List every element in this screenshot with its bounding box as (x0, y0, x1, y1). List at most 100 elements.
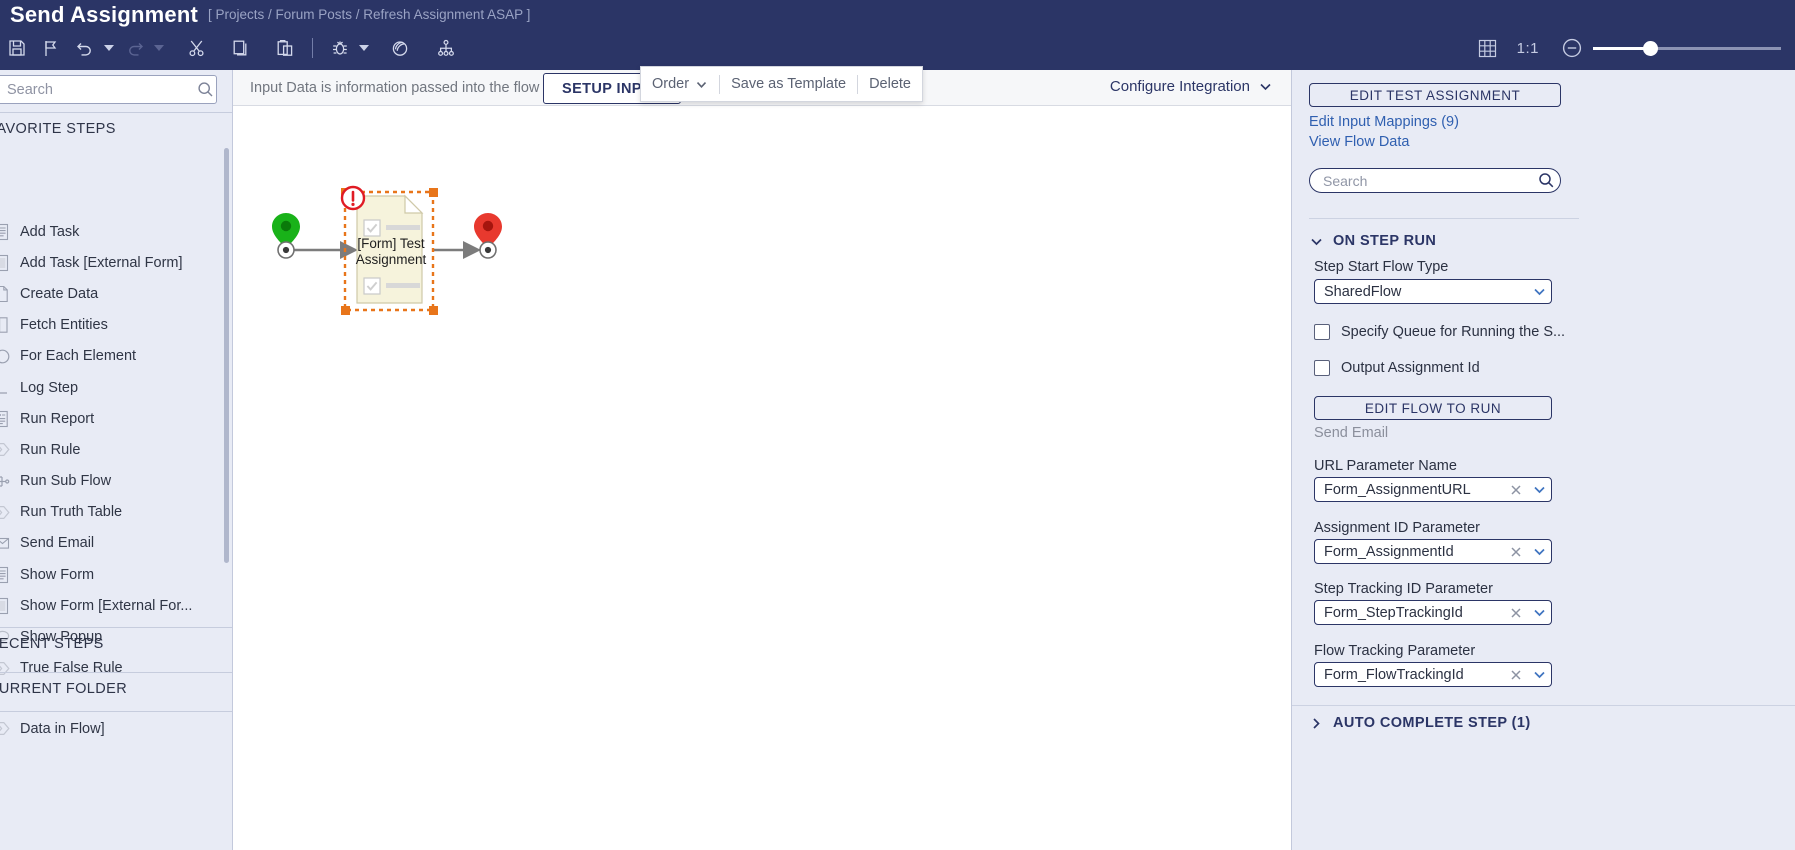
sidebar-item-add-task[interactable]: Add Task (0, 216, 232, 247)
chevron-down-icon[interactable] (1527, 482, 1551, 497)
output-assignment-id-checkbox[interactable]: Output Assignment Id (1314, 360, 1480, 376)
chevron-down-icon[interactable] (1527, 544, 1551, 559)
chevron-down-icon[interactable] (1527, 667, 1551, 682)
sidebar-item-run-rule[interactable]: Run Rule (0, 434, 232, 465)
log-icon (0, 378, 12, 398)
step-start-flow-type-value: SharedFlow (1324, 283, 1402, 300)
chevron-down-icon[interactable] (1527, 605, 1551, 620)
context-menu-save-as-template[interactable]: Save as Template (720, 76, 857, 92)
url-parameter-name-select[interactable]: Form_AssignmentURL (1314, 477, 1552, 502)
zoom-ratio-label[interactable]: 1:1 (1517, 40, 1539, 57)
edit-input-mappings-link[interactable]: Edit Input Mappings (9) (1309, 114, 1459, 130)
chevron-right-icon (1313, 717, 1320, 729)
chevron-down-icon[interactable] (1527, 284, 1551, 299)
edit-test-assignment-button[interactable]: EDIT TEST ASSIGNMENT (1309, 83, 1561, 107)
debug-icon[interactable] (323, 32, 357, 64)
copy-icon[interactable] (224, 32, 258, 64)
step-start-flow-type-select[interactable]: SharedFlow (1314, 279, 1552, 304)
subflow-icon (0, 471, 12, 491)
sidebar-item-run-sub-flow[interactable]: Run Sub Flow (0, 466, 232, 497)
sidebar-divider-current-folder (0, 672, 232, 673)
redo-dropdown-chevron-down-icon[interactable] (154, 45, 164, 51)
context-menu-delete[interactable]: Delete (858, 76, 922, 92)
debug-group (323, 32, 373, 64)
debug-dropdown-chevron-down-icon[interactable] (359, 45, 369, 51)
cut-icon[interactable] (180, 32, 214, 64)
step-label: Show Form [External For... (20, 597, 193, 614)
hierarchy-icon[interactable] (429, 32, 463, 64)
sidebar-item-run-truth-table[interactable]: Run Truth Table (0, 497, 232, 528)
undo-group (68, 32, 118, 64)
redo-icon[interactable] (118, 32, 152, 64)
specify-queue-checkbox[interactable]: Specify Queue for Running the S... (1314, 324, 1565, 340)
properties-search[interactable] (1309, 168, 1561, 193)
target-icon[interactable] (383, 32, 417, 64)
close-icon[interactable] (1505, 545, 1527, 559)
search-input[interactable] (0, 81, 194, 98)
sidebar-item-show-form[interactable]: Show Form (0, 559, 232, 590)
checkbox-box[interactable] (1314, 324, 1330, 340)
sidebar-item-true-false-rule[interactable]: True False Rule (0, 653, 232, 684)
sidebar-scrollbar[interactable] (224, 148, 229, 563)
sidebar-item-data-in-flow[interactable]: Data in Flow] (0, 713, 232, 744)
search-icon[interactable] (194, 81, 216, 98)
close-icon[interactable] (1505, 483, 1527, 497)
step-label: Run Sub Flow (20, 473, 112, 490)
app-header: Send Assignment [ Projects / Forum Posts… (0, 0, 1795, 70)
sidebar-item-send-email[interactable]: Send Email (0, 528, 232, 559)
sidebar-item-fetch-entities[interactable]: Fetch Entities (0, 310, 232, 341)
redo-group (118, 32, 168, 64)
undo-icon[interactable] (68, 32, 102, 64)
sidebar-item-create-data[interactable]: Create Data (0, 278, 232, 309)
external-form-icon (0, 596, 12, 616)
flag-icon[interactable] (34, 32, 68, 64)
zoom-slider-track (1651, 47, 1781, 50)
step-tracking-id-parameter-value: Form_StepTrackingId (1324, 604, 1463, 621)
sidebar-item-log-step[interactable]: Log Step (0, 372, 232, 403)
checkbox-box[interactable] (1314, 360, 1330, 376)
sidebar-item-run-report[interactable]: Run Report (0, 403, 232, 434)
resize-handle-bl (341, 306, 350, 315)
search-icon[interactable] (1532, 172, 1560, 189)
rule-icon (0, 502, 12, 522)
zoom-slider-handle[interactable] (1643, 41, 1658, 56)
url-parameter-name-label: URL Parameter Name (1314, 458, 1457, 474)
sidebar-item-add-task-external-form[interactable]: Add Task [External Form] (0, 247, 232, 278)
configure-integration-dropdown[interactable]: Configure Integration (1110, 78, 1273, 95)
assignment-id-parameter-value: Form_AssignmentId (1324, 543, 1454, 560)
rule-icon (0, 658, 12, 678)
edit-flow-to-run-button[interactable]: EDIT FLOW TO RUN (1314, 396, 1552, 420)
assignment-id-parameter-select[interactable]: Form_AssignmentId (1314, 539, 1552, 564)
properties-search-input[interactable] (1323, 172, 1532, 189)
rule-icon (0, 440, 12, 460)
zoom-out-icon[interactable] (1557, 33, 1587, 63)
view-flow-data-link[interactable]: View Flow Data (1309, 134, 1409, 150)
grid-icon[interactable] (1471, 32, 1505, 64)
step-tracking-id-parameter-select[interactable]: Form_StepTrackingId (1314, 600, 1552, 625)
section-on-step-run[interactable]: ON STEP RUN (1309, 233, 1436, 249)
flow-tracking-parameter-select[interactable]: Form_FlowTrackingId (1314, 662, 1552, 687)
close-icon[interactable] (1505, 668, 1527, 682)
breadcrumb: [ Projects / Forum Posts / Refresh Assig… (208, 7, 531, 22)
resize-handle-tr (429, 188, 438, 197)
section-auto-complete-step[interactable]: AUTO COMPLETE STEP (1) (1309, 715, 1531, 731)
step-label: Run Report (20, 410, 95, 427)
panel-divider-bottom (1292, 705, 1795, 706)
panel-divider-top (1309, 218, 1579, 219)
save-icon[interactable] (0, 32, 34, 64)
close-icon[interactable] (1505, 606, 1527, 620)
workflow-designer-app: Send Assignment [ Projects / Forum Posts… (0, 0, 1795, 850)
sidebar-item-show-form-external-form[interactable]: Show Form [External For... (0, 590, 232, 621)
paste-icon[interactable] (268, 32, 302, 64)
flow-canvas[interactable]: [Form] Test Assignment (233, 106, 1291, 850)
sidebar-item-for-each-element[interactable]: For Each Element (0, 341, 232, 372)
checkbox-label: Output Assignment Id (1341, 360, 1480, 376)
step-label: Fetch Entities (20, 317, 108, 334)
undo-dropdown-chevron-down-icon[interactable] (104, 45, 114, 51)
step-label: Run Rule (20, 441, 81, 458)
sidebar-divider-recent (0, 627, 232, 628)
sidebar-search[interactable] (0, 75, 217, 104)
configure-integration-label: Configure Integration (1109, 78, 1250, 95)
zoom-slider[interactable] (1593, 38, 1781, 58)
context-menu-order[interactable]: Order (641, 76, 719, 92)
